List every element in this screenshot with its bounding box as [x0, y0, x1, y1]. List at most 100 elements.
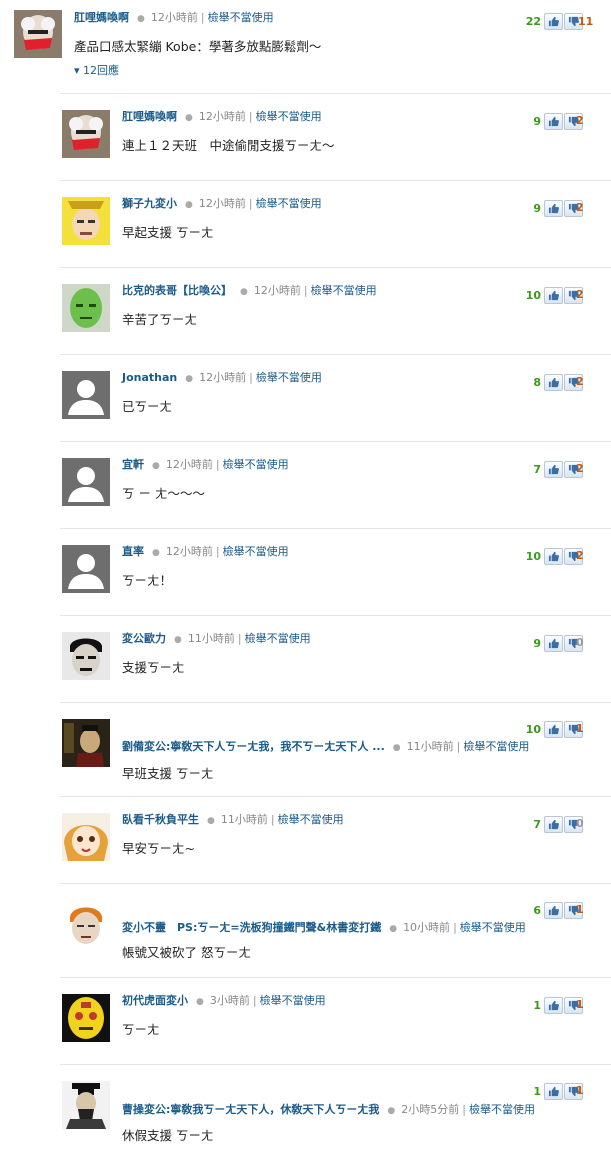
- replies-toggle[interactable]: ▾ 12回應: [74, 62, 119, 78]
- user-name[interactable]: 変公歐力: [122, 632, 166, 645]
- thumbs-up-button[interactable]: [544, 996, 563, 1014]
- thumbs-up-button[interactable]: [544, 373, 563, 391]
- thumbs-up-icon: [548, 1000, 559, 1010]
- user-name[interactable]: 変小不靈 PS:ㄎㄧㄤ=洗板狗撞鐵門聲&林書変打鐵: [122, 921, 381, 934]
- user-name[interactable]: 曹操変公:寧敎我ㄎㄧㄤ天下人，休敎天下人ㄎㄧㄤ我: [122, 1103, 379, 1116]
- thumbs-up-icon: [548, 116, 559, 126]
- report-link[interactable]: 檢舉不當使用: [245, 632, 311, 645]
- avatar[interactable]: [62, 1081, 110, 1129]
- comment-text: ㄎㄧㄤ: [122, 1022, 160, 1037]
- avatar[interactable]: [62, 371, 110, 419]
- user-name[interactable]: 獅子九変小: [122, 197, 177, 210]
- user-name[interactable]: 直率: [122, 545, 144, 558]
- timestamp: 12小時前: [198, 197, 246, 210]
- comment-divider: [60, 93, 611, 94]
- thumbs-up-button[interactable]: [544, 286, 563, 304]
- report-link[interactable]: 檢舉不當使用: [463, 740, 529, 753]
- report-link[interactable]: 檢舉不當使用: [278, 813, 344, 826]
- avatar[interactable]: [62, 994, 110, 1042]
- avatar[interactable]: [62, 900, 110, 948]
- comment-text: 支援ㄎㄧㄤ: [122, 660, 185, 675]
- bullet-icon: ●: [152, 548, 160, 558]
- thumbs-up-icon: [548, 551, 559, 561]
- thumbs-up-button[interactable]: [544, 634, 563, 652]
- user-name[interactable]: 肛哩媽喚啊: [122, 110, 177, 123]
- bullet-icon: ●: [207, 816, 215, 826]
- avatar[interactable]: [62, 719, 110, 767]
- downvote-count: 0: [576, 636, 584, 649]
- thumbs-up-button[interactable]: [544, 720, 563, 738]
- thumbs-up-button[interactable]: [544, 901, 563, 919]
- user-name[interactable]: 宜軒: [122, 458, 144, 471]
- report-link[interactable]: 檢舉不當使用: [256, 197, 322, 210]
- comment-text: 早起支援 ㄎㄧㄤ: [122, 225, 214, 240]
- divider-bar: |: [248, 110, 253, 123]
- upvote-count: 10: [525, 288, 541, 302]
- bullet-icon: ●: [174, 635, 182, 645]
- downvote-count: 2: [576, 201, 584, 214]
- thumbs-up-icon: [548, 464, 559, 474]
- thumbs-up-button[interactable]: [544, 1082, 563, 1100]
- report-link[interactable]: 檢舉不當使用: [256, 110, 322, 123]
- avatar[interactable]: [62, 110, 110, 158]
- bullet-icon: ●: [196, 997, 204, 1007]
- avatar[interactable]: [62, 632, 110, 680]
- thumbs-up-button[interactable]: [544, 460, 563, 478]
- upvote-count: 9: [533, 114, 541, 128]
- avatar[interactable]: [62, 197, 110, 245]
- thumbs-up-button[interactable]: [544, 199, 563, 217]
- user-name[interactable]: 劉備変公:寧敎天下人ㄎㄧㄤ我，我不ㄎㄧㄤ天下人 ...: [122, 740, 385, 753]
- divider-bar: |: [249, 371, 253, 384]
- divider-bar: |: [237, 632, 242, 645]
- avatar[interactable]: [62, 813, 110, 861]
- report-link[interactable]: 檢舉不當使用: [260, 994, 326, 1007]
- report-link[interactable]: 檢舉不當使用: [460, 921, 526, 934]
- report-link[interactable]: 檢舉不當使用: [223, 545, 289, 558]
- downvote-count: 2: [576, 549, 584, 562]
- thumbs-up-button[interactable]: [544, 547, 563, 565]
- avatar[interactable]: [14, 10, 62, 58]
- report-link[interactable]: 檢舉不當使用: [223, 458, 289, 471]
- comment-text: 早安ㄎㄧㄤ~: [122, 841, 195, 856]
- comment-text: ㄎ ㄧ ㄤ～～～: [122, 486, 205, 501]
- user-name[interactable]: Jonathan: [122, 371, 177, 384]
- thumbs-up-button[interactable]: [544, 112, 563, 130]
- comment-divider: [60, 796, 611, 797]
- timestamp: 12小時前: [253, 284, 301, 297]
- report-link[interactable]: 檢舉不當使用: [311, 284, 377, 297]
- thumbs-up-button[interactable]: [544, 12, 563, 30]
- comment-text: 休假支援 ㄎㄧㄤ: [122, 1128, 214, 1143]
- comment-divider: [60, 441, 611, 442]
- divider-bar: |: [252, 994, 257, 1007]
- downvote-count: 0: [576, 817, 584, 830]
- thumbs-up-icon: [548, 724, 559, 734]
- thumbs-up-icon: [548, 377, 559, 387]
- upvote-count: 8: [533, 375, 541, 389]
- upvote-count: 22: [525, 14, 541, 28]
- user-name[interactable]: 肛哩媽喚啊: [74, 11, 129, 24]
- bullet-icon: ●: [389, 924, 398, 934]
- user-name[interactable]: 臥看千秋負平生: [122, 813, 199, 826]
- timestamp: 11小時前: [187, 632, 235, 645]
- timestamp: 3小時前: [209, 994, 250, 1007]
- user-name[interactable]: 初代虎面変小: [122, 994, 188, 1007]
- upvote-count: 9: [533, 201, 541, 215]
- divider-bar: |: [200, 11, 205, 24]
- report-link[interactable]: 檢舉不當使用: [469, 1103, 535, 1116]
- downvote-count: 11: [578, 15, 594, 28]
- comment-divider: [60, 1064, 611, 1065]
- comment-divider: [60, 354, 611, 355]
- report-link[interactable]: 檢舉不當使用: [256, 371, 322, 384]
- user-name[interactable]: 比克的表哥【比喚公】: [122, 284, 232, 297]
- report-link[interactable]: 檢舉不當使用: [208, 11, 274, 24]
- avatar[interactable]: [62, 545, 110, 593]
- bullet-icon: ●: [137, 14, 145, 24]
- avatar[interactable]: [62, 284, 110, 332]
- timestamp: 12小時前: [150, 11, 198, 24]
- thumbs-up-icon: [548, 638, 559, 648]
- thumbs-up-button[interactable]: [544, 815, 563, 833]
- divider-bar: |: [215, 545, 220, 558]
- avatar[interactable]: [62, 458, 110, 506]
- bullet-icon: ●: [152, 461, 160, 471]
- bullet-icon: ●: [240, 287, 248, 297]
